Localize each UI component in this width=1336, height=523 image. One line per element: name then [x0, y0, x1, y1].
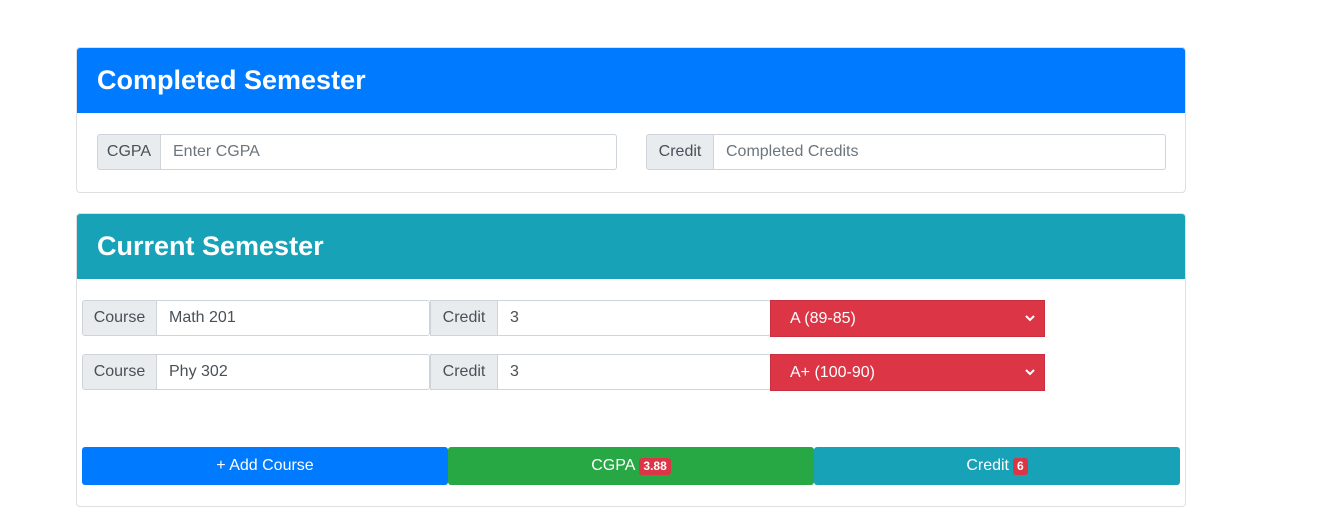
- current-semester-title: Current Semester: [77, 214, 1185, 279]
- course-credit-input[interactable]: [498, 300, 771, 336]
- credit-total-badge: 6: [1013, 457, 1028, 475]
- grade-select-value: A+ (100-90): [790, 363, 875, 381]
- add-course-button[interactable]: + Add Course: [82, 447, 448, 485]
- course-row: Course Credit: [82, 354, 771, 390]
- completed-semester-title: Completed Semester: [77, 48, 1185, 113]
- course-name-input[interactable]: [157, 354, 430, 390]
- completed-semester-card: Completed Semester CGPA Credit: [76, 47, 1186, 193]
- cgpa-input-group: CGPA: [97, 134, 617, 170]
- grade-select-value: A (89-85): [790, 309, 856, 327]
- course-credit-label: Credit: [430, 300, 498, 336]
- cgpa-input[interactable]: [161, 134, 617, 170]
- chevron-down-icon: [1025, 369, 1035, 376]
- course-name-input[interactable]: [157, 300, 430, 336]
- course-credit-input[interactable]: [498, 354, 771, 390]
- grade-select[interactable]: A+ (100-90): [770, 354, 1045, 391]
- credit-total-label: Credit: [966, 457, 1009, 474]
- chevron-down-icon: [1025, 315, 1035, 322]
- course-label: Course: [82, 300, 157, 336]
- cgpa-result-button[interactable]: CGPA 3.88: [448, 447, 814, 485]
- completed-credit-input-group: Credit: [646, 134, 1166, 170]
- cgpa-result-label: CGPA: [591, 457, 636, 474]
- completed-credit-label: Credit: [646, 134, 714, 170]
- credit-total-button[interactable]: Credit 6: [814, 447, 1180, 485]
- course-row: Course Credit: [82, 300, 771, 336]
- course-label: Course: [82, 354, 157, 390]
- cgpa-label: CGPA: [97, 134, 161, 170]
- grade-select[interactable]: A (89-85): [770, 300, 1045, 337]
- course-credit-label: Credit: [430, 354, 498, 390]
- completed-credit-input[interactable]: [714, 134, 1166, 170]
- cgpa-value-badge: 3.88: [639, 457, 671, 475]
